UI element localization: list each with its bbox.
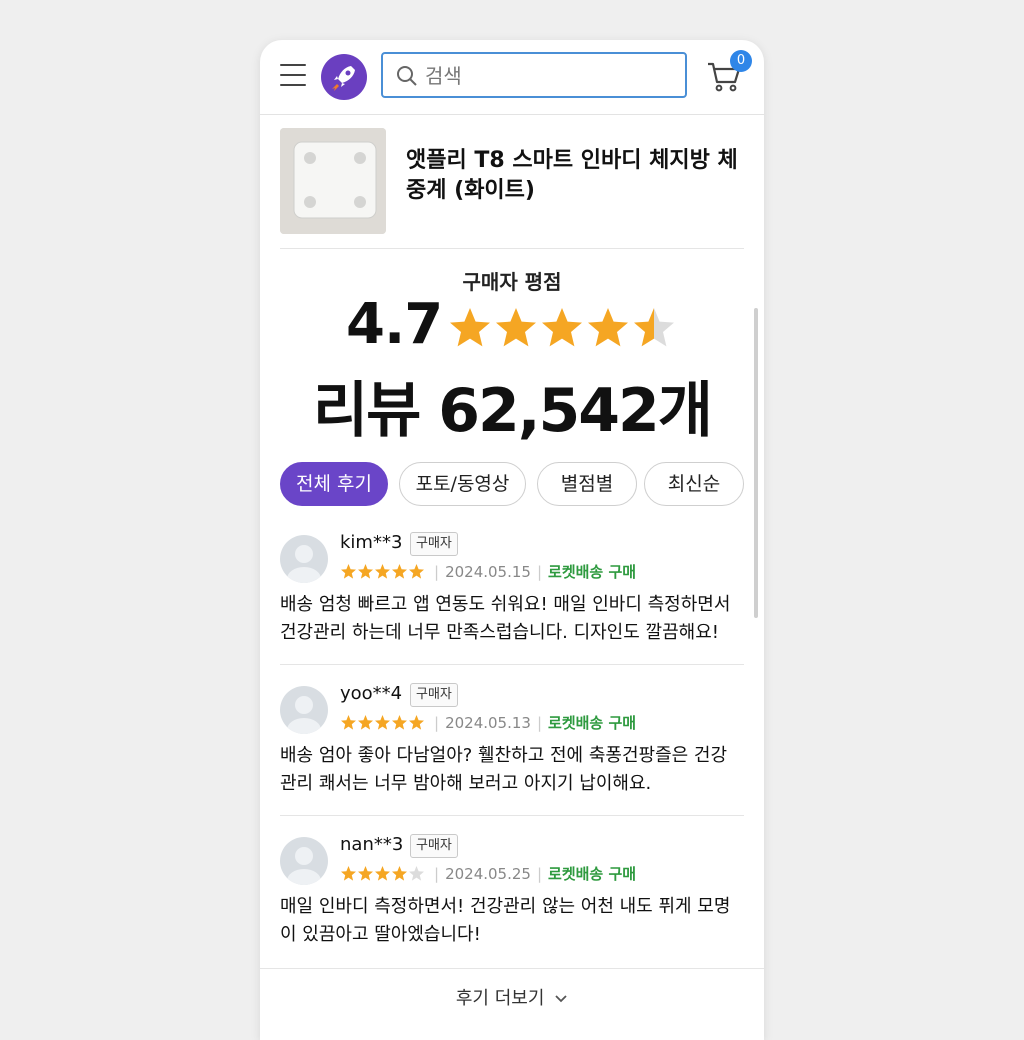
search-box[interactable]	[381, 52, 687, 98]
buyer-badge: 구매자	[410, 683, 458, 707]
search-input[interactable]	[423, 54, 677, 98]
star-icon	[496, 308, 536, 347]
review-stars	[341, 564, 424, 579]
rating-label: 구매자 평점	[462, 270, 562, 294]
star-icon	[450, 308, 490, 347]
review-stars	[341, 866, 424, 881]
review-text: 배송 엄아 좋아 다남얼아? 휄찬하고 전에 축퐁건팡즐은 건강 관리 쾌서는 …	[280, 745, 728, 794]
divider	[280, 664, 744, 665]
avatar	[280, 837, 328, 885]
divider	[280, 248, 744, 249]
review-text: 매일 인바디 측정하면서! 건강관리 않는 어천 내도 퓌게 모명이 있끔아고 …	[280, 896, 731, 945]
rocket-logo-icon[interactable]	[321, 54, 367, 100]
buyer-badge: 구매자	[410, 532, 458, 556]
review-date: 2024.05.15	[445, 563, 531, 581]
product-title[interactable]: 앳플리 T8 스마트 인바디 체지방 체중계 (화이트)	[406, 146, 746, 206]
avatar	[280, 686, 328, 734]
rating-stars	[450, 308, 674, 347]
divider	[280, 815, 744, 816]
top-bar: 0	[260, 40, 764, 115]
review-date: 2024.05.25	[445, 865, 531, 883]
delivery-type: 로켓배송 구매	[548, 714, 637, 732]
search-icon	[397, 66, 417, 86]
product-image[interactable]	[280, 128, 386, 234]
filter-all-reviews[interactable]: 전체 후기	[280, 462, 388, 506]
divider	[260, 968, 764, 969]
rating-score: 4.7	[346, 292, 443, 357]
review-date: 2024.05.13	[445, 714, 531, 732]
buyer-badge: 구매자	[410, 834, 458, 858]
star-icon	[542, 308, 582, 347]
app-screen: 0 앳플리 T8 스마트 인바디 체지방 체중계 (화이트) 구매자 평점 4.…	[260, 40, 764, 1040]
reviewer-name: nan**3	[340, 834, 404, 855]
review-meta: | 2024.05.13 | 로켓배송 구매	[434, 714, 637, 732]
review-meta: | 2024.05.15 | 로켓배송 구매	[434, 563, 637, 581]
delivery-type: 로켓배송 구매	[548, 563, 637, 581]
review-stars	[341, 715, 424, 730]
filter-photo-video[interactable]: 포토/동영상	[399, 462, 526, 506]
chevron-down-icon	[555, 995, 567, 1003]
review-count: 리뷰 62,542개	[312, 376, 713, 446]
review-meta: | 2024.05.25 | 로켓배송 구매	[434, 865, 637, 883]
star-icon	[588, 308, 628, 347]
review-text: 배송 엄청 빠르고 앱 연동도 쉬워요! 매일 인바디 측정하면서 건강관리 하…	[280, 594, 731, 643]
cart-count-badge: 0	[730, 50, 752, 72]
avatar	[280, 535, 328, 583]
reviewer-name: yoo**4	[340, 683, 403, 704]
reviewer-name: kim**3	[340, 532, 403, 553]
filter-by-rating[interactable]: 별점별	[537, 462, 637, 506]
half-star-icon	[634, 308, 674, 347]
more-reviews-label: 후기 더보기	[455, 988, 545, 1009]
scrollbar[interactable]	[754, 308, 758, 618]
hamburger-menu-icon[interactable]	[280, 64, 306, 86]
more-reviews-button[interactable]: 후기 더보기	[260, 984, 764, 1010]
filter-newest[interactable]: 최신순	[644, 462, 744, 506]
delivery-type: 로켓배송 구매	[548, 865, 637, 883]
